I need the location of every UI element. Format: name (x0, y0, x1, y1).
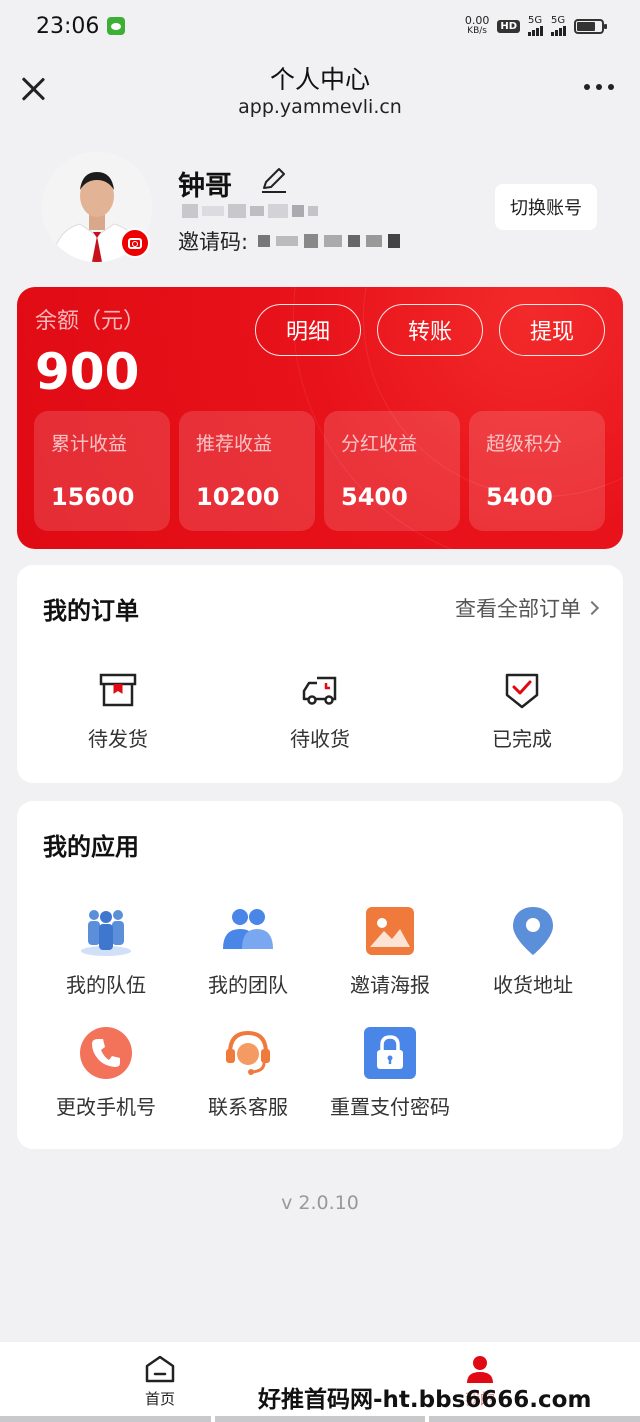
status-bar: 23:06 0.00 KB/s HD 5G 5G (0, 0, 640, 52)
more-options-icon[interactable] (584, 84, 614, 90)
page-url: app.yammevli.cn (238, 96, 402, 118)
network-label-1: 5G (528, 15, 543, 26)
signal-5g-1: 5G (528, 16, 543, 36)
status-time: 23:06 (36, 13, 100, 39)
app-change-phone[interactable]: 更改手机号 (26, 1025, 186, 1120)
stat-label: 分红收益 (341, 433, 418, 455)
speed-unit: KB/s (467, 26, 487, 36)
speed-value: 0.00 (464, 14, 490, 27)
battery-icon (574, 18, 607, 34)
app-label: 邀请海报 (350, 973, 430, 997)
signal-bars-icon (528, 26, 543, 36)
invite-code-masked (258, 234, 401, 248)
signal-5g-2: 5G (551, 16, 566, 36)
app-label: 联系客服 (208, 1095, 288, 1119)
group-icon (81, 910, 131, 956)
status-indicators: 0.00 KB/s HD 5G 5G (465, 15, 607, 37)
details-button[interactable]: 明细 (255, 304, 361, 356)
apps-card: 我的应用 我的队伍 我的团队 邀请海报 收货地址 更改手机号 联系客服 重置支付… (17, 801, 623, 1149)
balance-label: 余额（元） (35, 309, 146, 334)
stat-label: 推荐收益 (196, 433, 273, 455)
profile-section: 钟哥 邀请码: 切换账号 (0, 128, 640, 288)
app-my-team[interactable]: 我的团队 (168, 903, 328, 998)
stat-total-earnings[interactable]: 累计收益 15600 (34, 411, 170, 531)
username-text: 钟哥 (178, 171, 232, 202)
username: 钟哥 (178, 164, 232, 203)
app-reset-payment-password[interactable]: 重置支付密码 (310, 1025, 470, 1120)
watermark-text: 好推首码网-ht.bbs6666.com (258, 1387, 592, 1413)
orders-title: 我的订单 (43, 597, 139, 625)
order-pending-shipment[interactable]: 待发货 (48, 669, 188, 752)
app-label: 更改手机号 (56, 1095, 156, 1119)
stat-label: 累计收益 (51, 433, 128, 455)
switch-account-button[interactable]: 切换账号 (495, 184, 597, 230)
view-all-orders-link[interactable]: 查看全部订单 (455, 593, 600, 623)
app-my-group[interactable]: 我的队伍 (26, 903, 186, 998)
package-icon (99, 673, 137, 707)
order-pending-receipt[interactable]: 待收货 (250, 669, 390, 752)
wechat-notification-icon (107, 17, 126, 35)
app-invite-poster[interactable]: 邀请海报 (310, 903, 470, 998)
app-label: 重置支付密码 (330, 1095, 450, 1119)
app-version: v 2.0.10 (281, 1192, 359, 1214)
view-all-label: 查看全部订单 (455, 597, 581, 621)
check-shield-icon (505, 673, 539, 709)
stat-value: 10200 (196, 483, 280, 511)
stat-referral-earnings[interactable]: 推荐收益 10200 (179, 411, 315, 531)
order-label: 待发货 (88, 727, 148, 751)
user-id-masked (182, 202, 318, 220)
phone-icon (80, 1027, 132, 1079)
balance-value: 900 (35, 343, 140, 401)
tab-home-label: 首页 (144, 1390, 175, 1408)
page-title: 个人中心 (269, 65, 370, 94)
stat-label: 超级积分 (486, 433, 563, 455)
app-customer-service[interactable]: 联系客服 (168, 1025, 328, 1120)
app-label: 我的团队 (208, 973, 288, 997)
location-icon (513, 907, 553, 955)
order-completed[interactable]: 已完成 (452, 669, 592, 752)
network-label-2: 5G (551, 15, 566, 26)
apps-title: 我的应用 (43, 833, 139, 861)
order-label: 已完成 (492, 727, 552, 751)
network-speed: 0.00 KB/s (465, 15, 490, 37)
order-label: 待收货 (290, 727, 350, 751)
stat-dividend-earnings[interactable]: 分红收益 5400 (324, 411, 460, 531)
lock-icon (364, 1027, 416, 1079)
tab-home[interactable]: 首页 (80, 1354, 240, 1409)
orders-card: 我的订单 查看全部订单 待发货 待收货 已完成 (17, 565, 623, 783)
app-shipping-address[interactable]: 收货地址 (453, 903, 613, 998)
balance-card: 余额（元） 900 明细 转账 提现 累计收益 15600 推荐收益 10200… (17, 287, 623, 549)
invite-code: 邀请码: (178, 226, 401, 256)
transfer-button[interactable]: 转账 (377, 304, 483, 356)
hd-icon: HD (497, 19, 520, 33)
system-home-bar (0, 1416, 640, 1422)
chevron-right-icon (584, 600, 600, 616)
edit-icon[interactable] (258, 164, 290, 196)
truck-icon (302, 676, 337, 705)
poster-icon (366, 907, 414, 955)
stat-value: 15600 (51, 483, 135, 511)
nav-header: 个人中心 app.yammevli.cn (0, 52, 640, 128)
headset-icon (226, 1030, 270, 1075)
stat-value: 5400 (341, 483, 408, 511)
invite-label: 邀请码: (178, 230, 249, 254)
stat-value: 5400 (486, 483, 553, 511)
app-label: 我的队伍 (66, 973, 146, 997)
withdraw-button[interactable]: 提现 (499, 304, 605, 356)
team-icon (223, 909, 273, 949)
app-label: 收货地址 (493, 973, 573, 997)
camera-icon[interactable] (120, 228, 150, 258)
signal-bars-icon (551, 26, 566, 36)
home-icon (145, 1355, 175, 1383)
stat-super-points[interactable]: 超级积分 5400 (469, 411, 605, 531)
